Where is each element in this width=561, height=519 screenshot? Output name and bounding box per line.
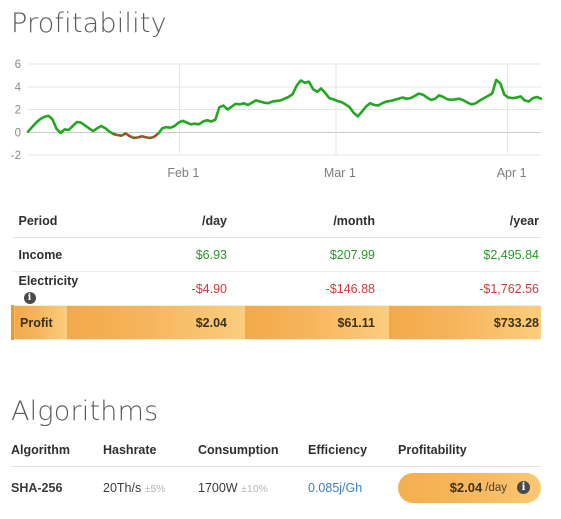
profit-day: $2.04 (67, 305, 245, 340)
table-header-row: Period /day /month /year (12, 204, 541, 238)
table-row: Income $6.93 $207.99 $2,495.84 (12, 237, 541, 272)
column-header-profitability: Profitability (398, 443, 541, 467)
profitability-chart: -2 0 2 4 6 Feb 1 Mar 1 Apr 1 (0, 52, 561, 182)
profitability-page: Profitability -2 0 2 4 6 Feb 1 Mar 1 Apr 1 Per… (0, 0, 561, 519)
column-header-day: /day (67, 204, 245, 238)
svg-text:Mar 1: Mar 1 (324, 166, 356, 180)
table-row: SHA-256 20Th/s ±5% 1700W ±10% 0.085j/Gh … (11, 467, 541, 509)
profit-year: $733.28 (389, 305, 541, 340)
consumption-value: 1700W (198, 480, 238, 495)
svg-text:2: 2 (15, 105, 21, 117)
svg-text:0: 0 (15, 127, 21, 139)
profitability-amount: $2.04 (449, 480, 483, 495)
svg-text:Feb 1: Feb 1 (167, 166, 199, 180)
column-header-consumption: Consumption (198, 443, 308, 467)
chart-series-line (26, 78, 543, 140)
page-title: Profitability (11, 8, 167, 39)
profitability-period: /day (485, 481, 507, 494)
profitability-table: Period /day /month /year Income $6.93 $2… (11, 204, 541, 340)
electricity-label-text: Electricity (18, 273, 79, 288)
algorithm-profitability: $2.04 /day i (398, 467, 541, 509)
chart-gridlines (28, 63, 541, 156)
column-header-period: Period (12, 204, 67, 238)
algorithm-efficiency: 0.085j/Gh (308, 467, 398, 509)
profitability-table-head: Period /day /month /year (12, 204, 541, 238)
svg-text:6: 6 (15, 59, 21, 71)
algorithms-title: Algorithms (11, 396, 159, 427)
electricity-month: -$146.88 (245, 271, 389, 306)
table-row-profit: Profit $2.04 $61.11 $733.28 (11, 305, 541, 340)
svg-text:4: 4 (15, 82, 22, 94)
chart-svg: -2 0 2 4 6 Feb 1 Mar 1 Apr 1 (11, 59, 543, 180)
income-year: $2,495.84 (389, 237, 541, 272)
svg-text:-2: -2 (11, 150, 21, 162)
efficiency-link[interactable]: 0.085j/Gh (308, 481, 362, 495)
electricity-day: -$4.90 (67, 271, 245, 306)
profitability-table-body: Income $6.93 $207.99 $2,495.84 Electrici… (11, 237, 541, 340)
electricity-year: -$1,762.56 (389, 271, 541, 306)
profit-month: $61.11 (245, 305, 389, 340)
column-header-algorithm: Algorithm (11, 443, 103, 467)
income-day: $6.93 (67, 237, 245, 272)
column-header-hashrate: Hashrate (103, 443, 198, 467)
column-header-year: /year (389, 204, 541, 238)
chart-x-axis-ticks: Feb 1 Mar 1 Apr 1 (167, 166, 526, 180)
algorithms-table-head: Algorithm Hashrate Consumption Efficienc… (11, 443, 541, 467)
row-label-electricity: Electricity i (12, 271, 78, 306)
algorithm-hashrate: 20Th/s ±5% (103, 467, 198, 509)
hashrate-tolerance: ±5% (144, 482, 166, 495)
svg-text:Apr 1: Apr 1 (497, 166, 527, 180)
info-icon[interactable]: i (23, 291, 36, 304)
column-header-month: /month (245, 204, 389, 238)
algorithm-name: SHA-256 (11, 480, 63, 495)
table-row: Electricity i -$4.90 -$146.88 -$1,762.56 (12, 271, 541, 306)
row-label-income: Income (12, 237, 67, 272)
income-month: $207.99 (245, 237, 389, 272)
table-header-row: Algorithm Hashrate Consumption Efficienc… (11, 443, 541, 467)
profitability-pill[interactable]: $2.04 /day i (398, 472, 541, 503)
algorithms-table: Algorithm Hashrate Consumption Efficienc… (11, 443, 541, 508)
info-icon[interactable]: i (517, 481, 530, 494)
hashrate-value: 20Th/s (103, 480, 142, 495)
consumption-tolerance: ±10% (241, 482, 268, 495)
chart-y-axis-ticks: -2 0 2 4 6 (11, 59, 22, 162)
row-label-profit: Profit (11, 305, 67, 340)
column-header-efficiency: Efficiency (308, 443, 398, 467)
algorithms-table-body: SHA-256 20Th/s ±5% 1700W ±10% 0.085j/Gh … (11, 467, 541, 509)
algorithm-consumption: 1700W ±10% (198, 467, 308, 509)
